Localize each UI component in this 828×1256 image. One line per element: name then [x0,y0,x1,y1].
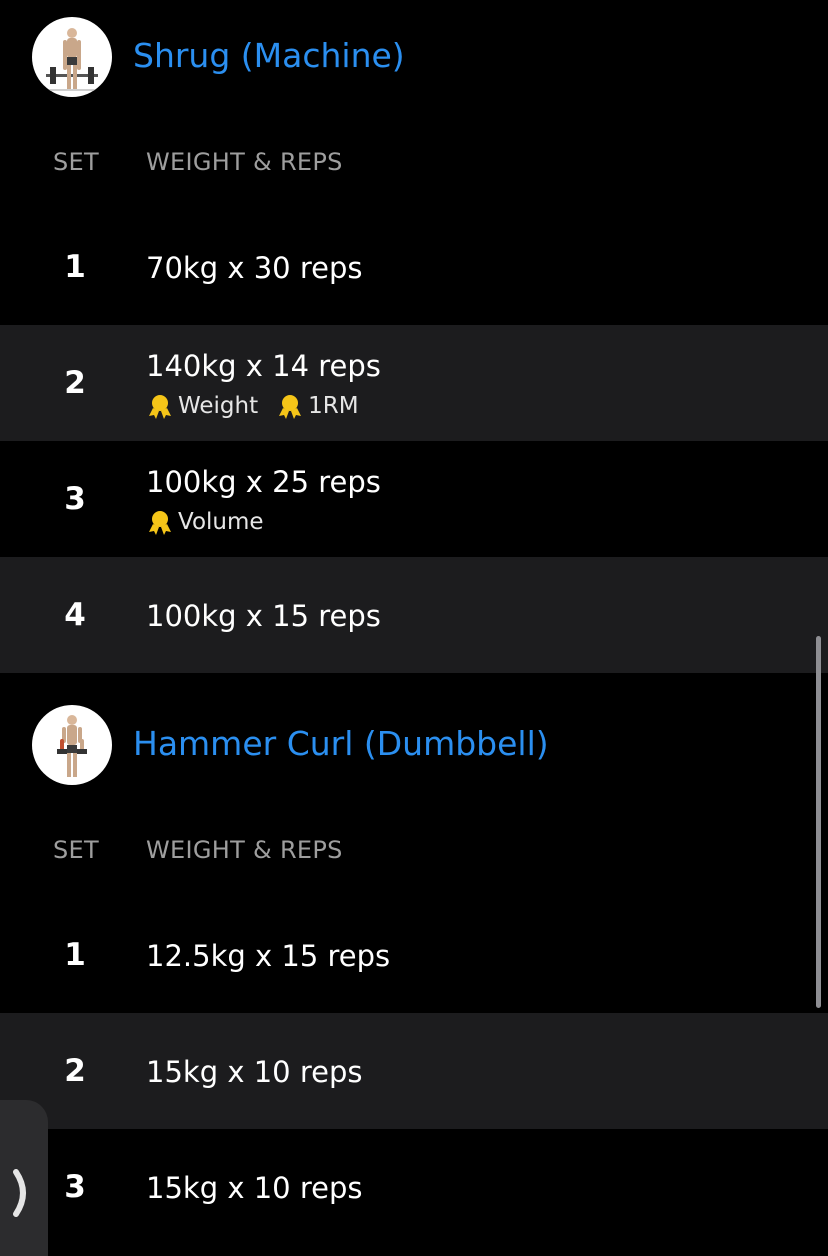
column-header-set: SET [53,836,99,864]
exercise-title[interactable]: Shrug (Machine) [133,36,405,75]
exercise-title[interactable]: Hammer Curl (Dumbbell) [133,724,549,763]
set-row: 4 100kg x 15 reps [0,557,828,673]
set-weight-reps: 15kg x 10 reps [146,1055,363,1089]
set-number: 3 [64,481,86,517]
medal-icon [279,395,302,419]
set-number: 1 [64,249,86,285]
chevron-right-icon [13,1169,26,1217]
pr-badge-volume: Volume [146,508,264,536]
shrug-figure-icon [40,28,104,91]
column-header-weight-reps: WEIGHT & REPS [146,148,343,176]
exercise-thumbnail[interactable] [32,17,112,97]
pr-label: Volume [178,509,264,535]
pr-badge-weight: Weight [146,392,258,420]
pr-label: 1RM [308,393,359,419]
set-weight-reps: 15kg x 10 reps [146,1171,363,1205]
set-weight-reps: 140kg x 14 reps [146,349,381,383]
set-weight-reps: 100kg x 25 reps [146,465,381,499]
set-number: 2 [64,1053,86,1089]
medal-icon [149,395,171,419]
set-number: 2 [64,365,86,401]
column-header-weight-reps: WEIGHT & REPS [146,836,343,864]
set-weight-reps: 70kg x 30 reps [146,251,363,285]
side-panel-tab[interactable] [0,1100,48,1256]
pr-badges: Volume [146,507,282,537]
medal-icon [149,511,171,535]
pr-badge-1rm: 1RM [276,392,359,420]
column-header-set: SET [53,148,99,176]
set-row: 3 100kg x 25 reps Volume [0,441,828,557]
exercise-thumbnail[interactable] [32,705,112,785]
set-row: 1 70kg x 30 reps [0,209,828,325]
set-number: 1 [64,937,86,973]
set-weight-reps: 100kg x 15 reps [146,599,381,633]
pr-label: Weight [178,393,259,419]
set-row: 2 15kg x 10 reps [0,1013,828,1129]
set-number: 4 [64,597,86,633]
set-row: 1 12.5kg x 15 reps [0,897,828,1013]
set-row: 3 15kg x 10 reps [0,1129,828,1245]
set-row: 2 140kg x 14 reps Weight 1RM [0,325,828,441]
exercise-header[interactable]: Hammer Curl (Dumbbell) [0,690,828,790]
exercise-header[interactable]: Shrug (Machine) [0,0,828,100]
scrollbar[interactable] [816,636,821,1008]
set-weight-reps: 12.5kg x 15 reps [146,939,391,973]
pr-badges: Weight 1RM [146,391,377,421]
hammer-curl-figure-icon [57,715,87,777]
